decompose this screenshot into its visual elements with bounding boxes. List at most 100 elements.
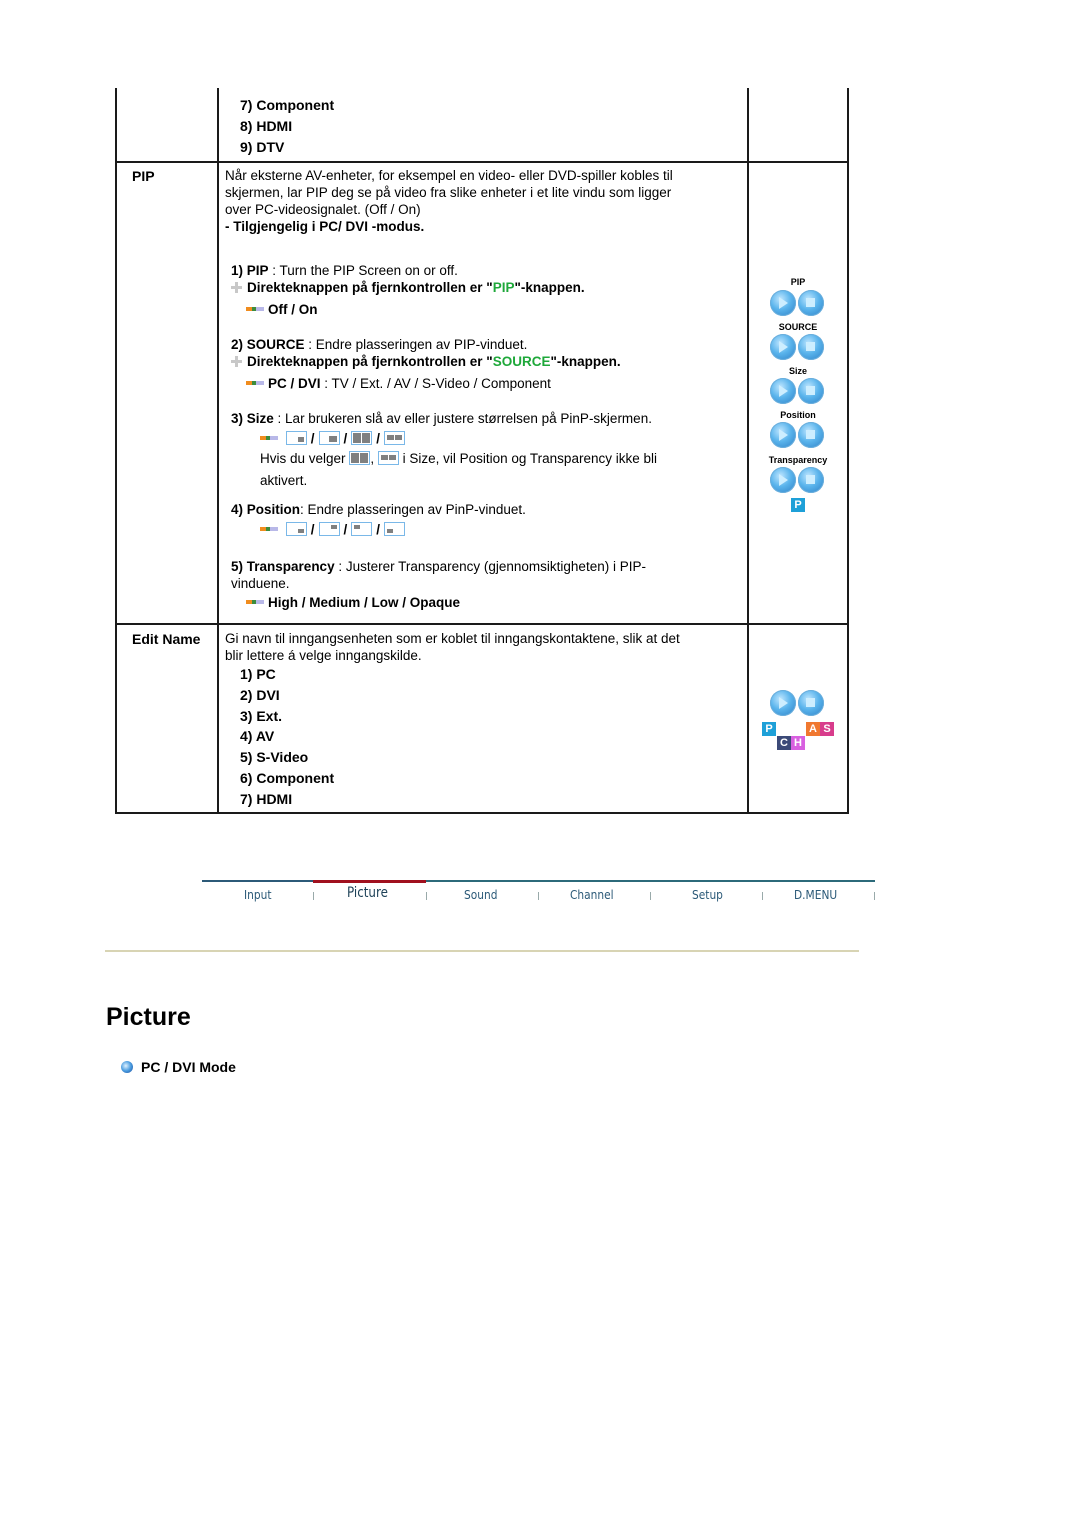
nav-tab-setup[interactable]: Setup [692, 887, 723, 902]
option-text: : Turn the PIP Screen on or off. [268, 263, 458, 278]
table-column-divider [747, 88, 749, 814]
stop-button-icon [798, 467, 824, 493]
direct-button-note: Direkteknappen på fjernkontrollen er "SO… [231, 353, 621, 370]
bullet-bar-icon [246, 600, 264, 604]
nav-active-underline [313, 880, 426, 883]
note-text: "-knappen. [514, 280, 585, 295]
list-item: 3) Ext. [240, 708, 283, 724]
size-small-icon [285, 431, 307, 445]
separator: / [376, 522, 381, 537]
table-border-right [847, 88, 849, 814]
remote-h-key-icon: H [791, 736, 805, 750]
size-double-icon [377, 451, 399, 465]
description-line: skjermen, lar PIP deg se på video fra sl… [225, 185, 672, 200]
option-number: 1) [231, 263, 244, 278]
option-key: Position [246, 502, 301, 517]
row-label-edit-name: Edit Name [132, 631, 201, 647]
remote-c-key-icon: C [777, 736, 791, 750]
remote-s-key-icon: S [820, 722, 834, 736]
play-button-icon [770, 290, 796, 316]
page-title: Picture [106, 1003, 191, 1031]
table-column-divider [217, 88, 219, 814]
option-values-key: PC / DVI [268, 376, 321, 391]
plus-icon [231, 282, 242, 293]
list-item: 9) DTV [240, 139, 285, 155]
description-line: Når eksterne AV-enheter, for eksempel en… [225, 168, 673, 183]
stop-button-icon [798, 378, 824, 404]
size-double-icon [384, 431, 406, 445]
stop-button-icon [798, 422, 824, 448]
source-option: 2) SOURCE : Endre plasseringen av PIP-vi… [231, 336, 527, 353]
nav-separator [650, 892, 651, 900]
size-option: 3) Size : Lar brukeren slå av eller just… [231, 410, 652, 427]
option-values-text: Off / On [268, 302, 318, 317]
option-number: 4) [231, 502, 244, 517]
remote-key-highlight: SOURCE [492, 354, 551, 369]
play-button-icon [770, 422, 796, 448]
option-text: : Lar brukeren slå av eller justere stør… [273, 411, 652, 426]
note-text: Direkteknappen på fjernkontrollen er " [247, 280, 493, 295]
nav-tab-channel[interactable]: Channel [570, 887, 614, 902]
position-bottom-right-icon [285, 522, 307, 536]
nav-separator [426, 892, 427, 900]
note-text: aktivert. [260, 473, 308, 488]
bullet-bar-icon [260, 436, 278, 440]
separator: / [343, 522, 348, 537]
remote-label-position: Position [780, 410, 816, 420]
option-number: 5) [231, 559, 244, 574]
note-text: "-knappen. [550, 354, 621, 369]
option-values-text: High / Medium / Low / Opaque [268, 595, 460, 610]
description-line: over PC-videosignalet. (Off / On) [225, 202, 421, 217]
position-bottom-left-icon [384, 522, 406, 536]
list-item: 5) S-Video [240, 749, 309, 765]
bullet-bar-icon [246, 307, 264, 311]
list-item: 7) HDMI [240, 791, 293, 807]
list-item: 7) Component [240, 97, 335, 113]
remote-label-pip: PIP [790, 277, 806, 287]
description-line: blir lettere á velge inngangskilde. [225, 648, 422, 663]
note-text: , [370, 451, 375, 466]
size-split-icon [351, 431, 373, 445]
list-item: 8) HDMI [240, 118, 293, 134]
note-text: Hvis du velger [260, 451, 346, 466]
nav-tab-sound[interactable]: Sound [464, 887, 497, 902]
pip-option: 1) PIP : Turn the PIP Screen on or off. [231, 262, 458, 279]
separator: / [310, 431, 315, 446]
list-item: 4) AV [240, 728, 275, 744]
remote-p-key-icon: P [762, 722, 776, 736]
size-medium-icon [318, 431, 340, 445]
section-heading-text: PC / DVI Mode [141, 1059, 236, 1075]
option-text: : Endre plasseringen av PIP-vinduet. [304, 337, 528, 352]
position-option: 4) Position: Endre plasseringen av PinP-… [231, 501, 526, 518]
option-number: 3) [231, 411, 244, 426]
position-top-right-icon [318, 522, 340, 536]
option-text: vinduene. [231, 576, 290, 591]
plus-icon [231, 356, 242, 367]
list-item: 1) PC [240, 666, 276, 682]
remote-label-transparency: Transparency [768, 455, 828, 465]
nav-underline [202, 880, 313, 882]
remote-p-key-icon: P [791, 498, 805, 512]
description-line: Gi navn til inngangsenheten som er koble… [225, 631, 680, 646]
edit-name-description: Gi navn til inngangsenheten som er koble… [225, 630, 680, 664]
option-key: Size [246, 411, 274, 426]
remote-a-key-icon: A [806, 722, 820, 736]
option-values: PC / DVI : TV / Ext. / AV / S-Video / Co… [246, 375, 551, 392]
option-values-text: : TV / Ext. / AV / S-Video / Component [320, 376, 551, 391]
pip-description: Når eksterne AV-enheter, for eksempel en… [225, 167, 673, 235]
list-item: 2) DVI [240, 687, 280, 703]
nav-separator [538, 892, 539, 900]
play-button-icon [770, 467, 796, 493]
table-border-left [115, 88, 117, 814]
size-note: Hvis du velger , i Size, vil Position og… [260, 450, 657, 467]
option-text: : Justerer Transparency (gjennomsiktighe… [334, 559, 646, 574]
direct-button-note: Direkteknappen på fjernkontrollen er "PI… [231, 279, 585, 296]
nav-tab-input[interactable]: Input [244, 887, 272, 902]
bullet-bar-icon [246, 381, 264, 385]
play-button-icon [770, 690, 796, 716]
nav-tab-picture[interactable]: Picture [347, 885, 388, 901]
nav-tab-dmenu[interactable]: D.MENU [794, 887, 837, 902]
menu-navigation-bar: Input Picture Sound Channel Setup D.MENU [202, 880, 875, 910]
note-text: Direkteknappen på fjernkontrollen er " [247, 354, 493, 369]
nav-separator [874, 892, 875, 900]
